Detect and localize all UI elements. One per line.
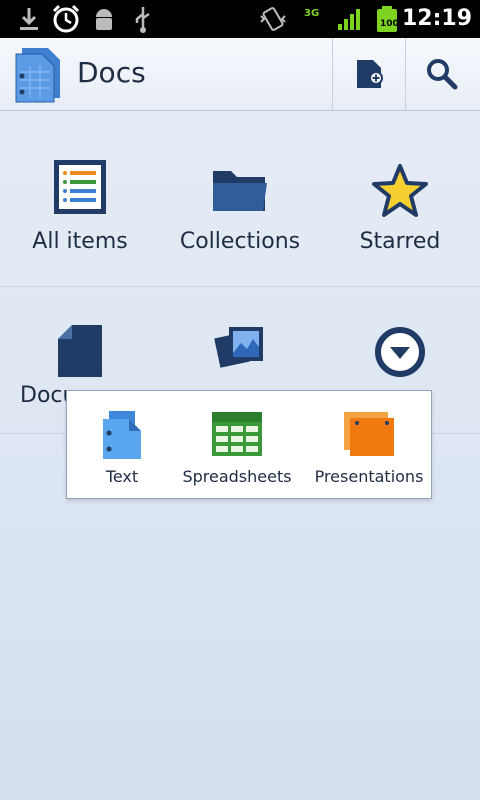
collections-label: Collections (179, 229, 301, 254)
popup-item-text[interactable]: Text (67, 391, 177, 498)
text-document-icon (103, 411, 141, 459)
presentation-icon (344, 412, 394, 456)
starred-tile[interactable]: Starred (320, 111, 480, 286)
status-bar: 3G 100 12:19 (0, 0, 480, 38)
network-3g-icon: 3G (304, 8, 320, 19)
clock: 12:19 (401, 6, 472, 31)
popup-item-presentations[interactable]: Presentations (307, 391, 431, 498)
grid-row-1: All items Collections Starred (0, 111, 480, 287)
list-icon (54, 160, 106, 214)
all-items-label: All items (32, 229, 128, 254)
vibrate-icon (260, 7, 286, 31)
star-icon (372, 164, 428, 217)
all-items-tile[interactable]: All items (0, 111, 160, 286)
starred-label: Starred (359, 229, 441, 254)
alarm-icon (52, 4, 80, 33)
popup-text-label: Text (105, 467, 139, 486)
popup-presentations-label: Presentations (314, 467, 424, 486)
chevron-down-icon (375, 327, 425, 377)
spreadsheet-icon (212, 412, 262, 456)
download-icon (20, 8, 38, 30)
document-icon (58, 325, 102, 377)
popup-item-spreadsheets[interactable]: Spreadsheets (177, 391, 297, 498)
docs-logo-icon[interactable] (12, 46, 66, 104)
signal-icon (338, 9, 360, 30)
popup-spreadsheets-label: Spreadsheets (182, 467, 292, 486)
search-icon (427, 59, 458, 90)
images-icon (214, 327, 263, 368)
app-bar: Docs (0, 38, 480, 111)
document-type-popup: Text Spreadsheets Presentations (66, 390, 432, 499)
folder-icon (213, 171, 267, 211)
new-document-icon (357, 60, 383, 88)
battery-level: 100 (380, 19, 399, 29)
usb-icon (135, 7, 150, 33)
collections-tile[interactable]: Collections (160, 111, 320, 286)
search-button[interactable] (405, 38, 480, 110)
app-title: Docs (77, 56, 146, 89)
new-document-button[interactable] (332, 38, 405, 110)
android-icon (96, 9, 112, 30)
